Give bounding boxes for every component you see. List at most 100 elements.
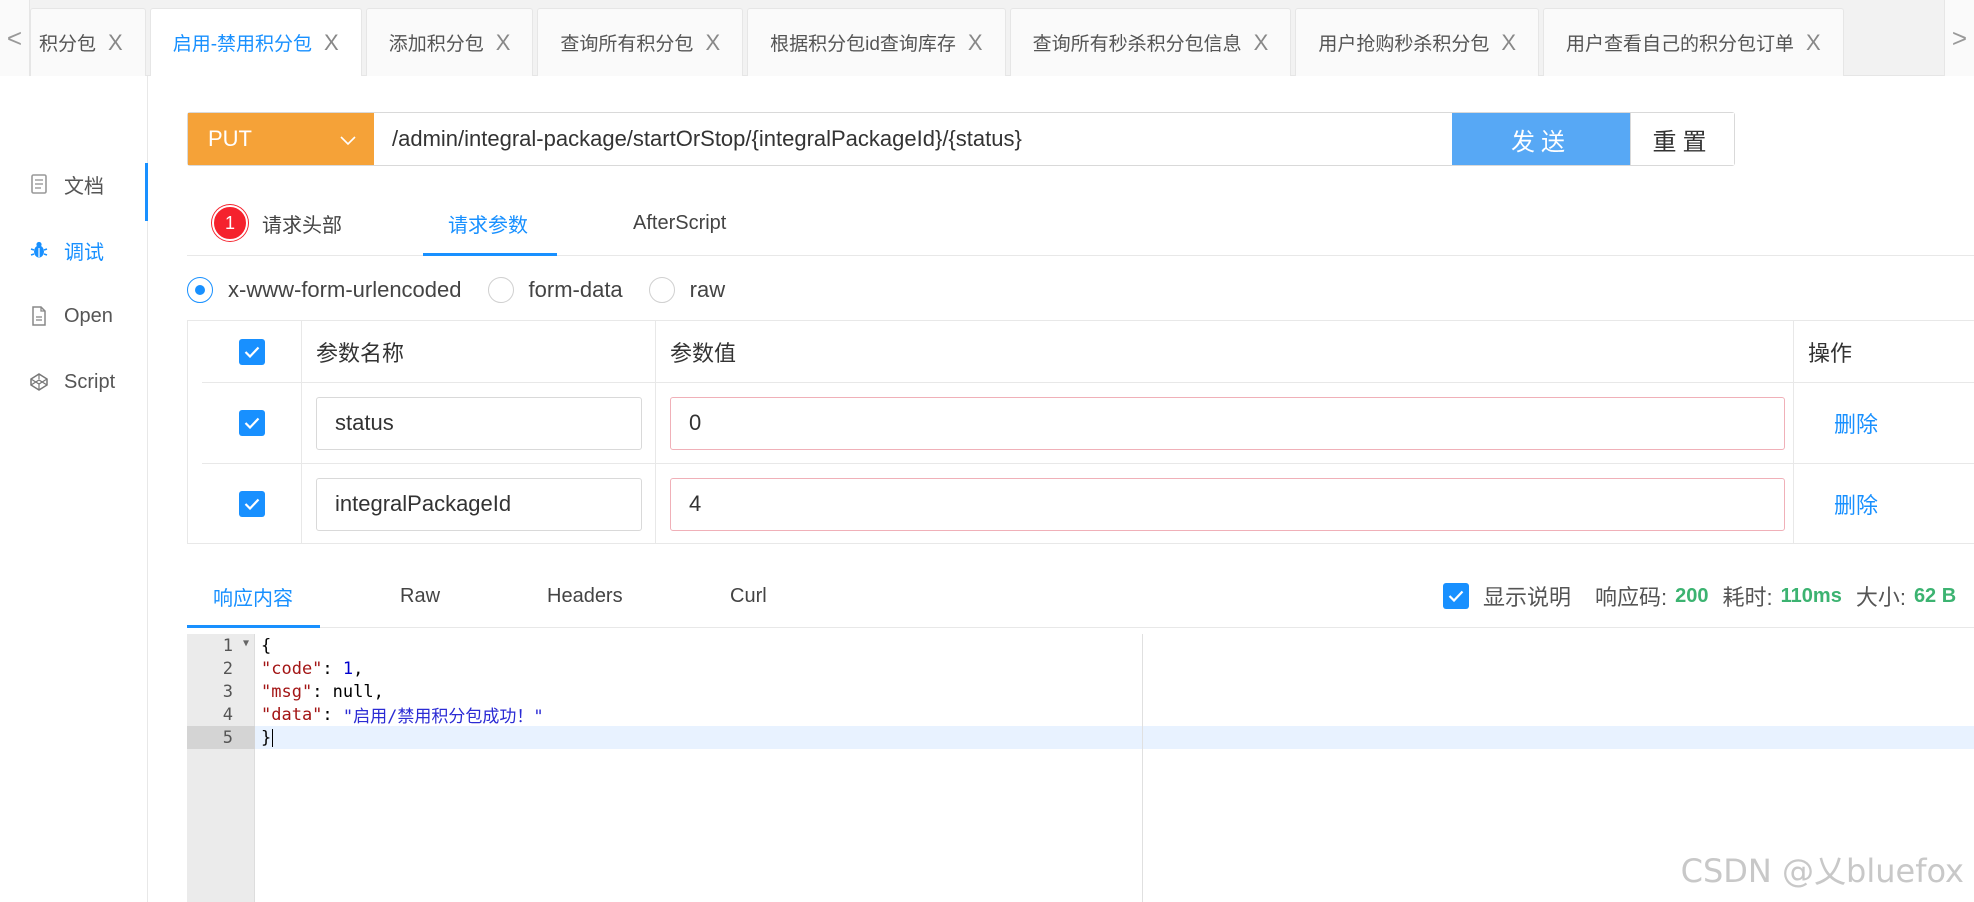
table-header-row: 参数名称 参数值 操作 — [202, 321, 1974, 383]
sidebar-item-open[interactable]: Open — [0, 296, 148, 336]
active-line-highlight — [255, 726, 1974, 749]
radio-raw[interactable]: raw — [648, 277, 725, 303]
sidebar-active-indicator — [145, 163, 148, 221]
radio-unchecked-icon — [648, 277, 675, 303]
document-icon — [28, 173, 50, 195]
tab-list: 积分包 X 启用-禁用积分包 X 添加积分包 X 查询所有积分包 X 根据积分包id查询… — [30, 8, 1844, 76]
tab-integral-package[interactable]: 积分包 X — [30, 8, 146, 76]
row-checkbox[interactable] — [238, 410, 265, 436]
param-value-input[interactable]: 0 — [670, 396, 1785, 450]
time-label: 耗时: — [1722, 585, 1773, 610]
sidebar-item-script[interactable]: Script — [0, 362, 148, 402]
reset-button[interactable]: 重置 — [1630, 113, 1734, 165]
tab-scroll-left-button[interactable]: < — [0, 0, 30, 76]
tab-query-flash-sale[interactable]: 查询所有秒杀积分包信息 X — [1009, 8, 1292, 76]
time-value: 110ms — [1780, 584, 1842, 607]
tab-afterscript[interactable]: AfterScript — [633, 190, 726, 256]
fold-arrow-icon[interactable]: ▼ — [243, 638, 249, 649]
sidebar-item-docs[interactable]: 文档 — [0, 164, 148, 204]
tab-enable-disable-package[interactable]: 启用-禁用积分包 X — [149, 8, 362, 76]
close-icon[interactable]: X — [705, 30, 720, 56]
table-row: integralPackageId 4 删除 — [202, 464, 1974, 544]
response-status-info: 显示说明 响应码: 200 耗时: 110ms 大小: 62 B — [1443, 564, 1970, 628]
body-type-radio-group: x-www-form-urlencoded form-data raw — [187, 274, 751, 306]
tab-response-curl[interactable]: Curl — [730, 564, 767, 628]
response-tabs: 响应内容 Raw Headers Curl 显示说明 响应码: 200 耗时: … — [187, 564, 1974, 628]
close-icon[interactable]: X — [1254, 30, 1269, 56]
sidebar-item-label: Open — [64, 304, 113, 327]
code-line: } — [261, 727, 274, 748]
sidebar-item-debug[interactable]: 调试 — [0, 230, 148, 270]
active-tab-indicator — [423, 253, 557, 256]
code-line: "data": "启用/禁用积分包成功！" — [261, 704, 544, 728]
watermark: CSDN @乂bluefox — [1680, 852, 1964, 890]
active-tab-indicator — [187, 625, 320, 628]
param-value-input[interactable]: 4 — [670, 477, 1785, 531]
code-line: { — [261, 635, 272, 656]
code-line: "code": 1, — [261, 658, 364, 679]
tab-response-content[interactable]: 响应内容 — [213, 564, 293, 628]
sidebar-item-label: 调试 — [64, 241, 104, 264]
column-header-operation: 操作 — [1808, 340, 1853, 366]
row-checkbox[interactable] — [238, 491, 265, 517]
url-input[interactable]: /admin/integral-package/startOrStop/{int… — [374, 113, 1452, 165]
line-number-gutter: 1 ▼ 2 3 4 5 — [187, 634, 255, 902]
column-header-name: 参数名称 — [302, 321, 656, 382]
tab-add-package[interactable]: 添加积分包 X — [365, 8, 534, 76]
request-url-bar: PUT /admin/integral-package/startOrStop/… — [187, 112, 1735, 166]
delete-row-button[interactable]: 删除 — [1834, 407, 1878, 439]
tab-user-orders[interactable]: 用户查看自己的积分包订单 X — [1543, 8, 1844, 76]
close-icon[interactable]: X — [1806, 30, 1821, 56]
delete-row-button[interactable]: 删除 — [1834, 488, 1878, 520]
column-header-value: 参数值 — [656, 321, 1794, 382]
method-value: PUT — [208, 126, 252, 151]
line-number: 2 — [222, 658, 233, 679]
request-tabs: 1 请求头部 请求参数 AfterScript — [187, 190, 1974, 256]
show-description-checkbox[interactable] — [1443, 583, 1469, 609]
sidebar: 文档 调试 Open Script — [0, 76, 148, 902]
codepen-icon — [28, 371, 50, 393]
tab-response-headers[interactable]: Headers — [547, 564, 623, 628]
table-row: status 0 删除 — [202, 383, 1974, 464]
tab-request-params[interactable]: 请求参数 — [448, 190, 528, 256]
params-table: 参数名称 参数值 操作 status 0 删除 integralPackageI… — [187, 320, 1974, 544]
chevron-down-icon — [340, 126, 356, 152]
close-icon[interactable]: X — [108, 30, 123, 56]
print-margin — [1142, 634, 1143, 902]
tab-bar: < 积分包 X 启用-禁用积分包 X 添加积分包 X 查询所有积分包 X 根据积分包id… — [0, 0, 1974, 76]
sidebar-item-label: Script — [64, 370, 116, 393]
method-select[interactable]: PUT — [188, 113, 374, 165]
status-code-label: 响应码: — [1595, 585, 1668, 610]
select-all-checkbox[interactable] — [238, 338, 265, 365]
line-number: 5 — [187, 726, 255, 749]
tab-request-headers[interactable]: 1 请求头部 — [212, 190, 342, 256]
size-label: 大小: — [1855, 585, 1906, 610]
close-icon[interactable]: X — [1501, 30, 1516, 56]
tab-scroll-right-button[interactable]: > — [1944, 0, 1974, 76]
sidebar-item-label: 文档 — [64, 175, 104, 198]
headers-count-badge: 1 — [212, 205, 248, 241]
bug-icon — [28, 239, 50, 261]
param-name-input[interactable]: integralPackageId — [316, 477, 642, 531]
close-icon[interactable]: X — [324, 30, 339, 56]
tab-user-flash-buy[interactable]: 用户抢购秒杀积分包 X — [1295, 8, 1540, 76]
tab-query-stock-by-id[interactable]: 根据积分包id查询库存 X — [747, 8, 1006, 76]
close-icon[interactable]: X — [496, 30, 511, 56]
line-number: 3 — [222, 681, 233, 702]
text-cursor — [272, 728, 274, 747]
close-icon[interactable]: X — [968, 30, 983, 56]
tab-query-all-packages[interactable]: 查询所有积分包 X — [537, 8, 744, 76]
radio-urlencoded[interactable]: x-www-form-urlencoded — [187, 277, 462, 303]
radio-checked-icon — [187, 277, 213, 303]
line-number: 1 ▼ — [222, 635, 249, 656]
show-description-label: 显示说明 — [1483, 585, 1572, 610]
status-code-value: 200 — [1675, 584, 1709, 607]
file-icon — [28, 305, 50, 327]
send-button[interactable]: 发送 — [1452, 113, 1630, 165]
radio-form-data[interactable]: form-data — [487, 277, 623, 303]
code-line: "msg": null, — [261, 681, 384, 702]
line-number: 4 — [222, 704, 233, 725]
param-name-input[interactable]: status — [316, 396, 642, 450]
size-value: 62 B — [1913, 584, 1957, 607]
tab-response-raw[interactable]: Raw — [400, 564, 440, 628]
